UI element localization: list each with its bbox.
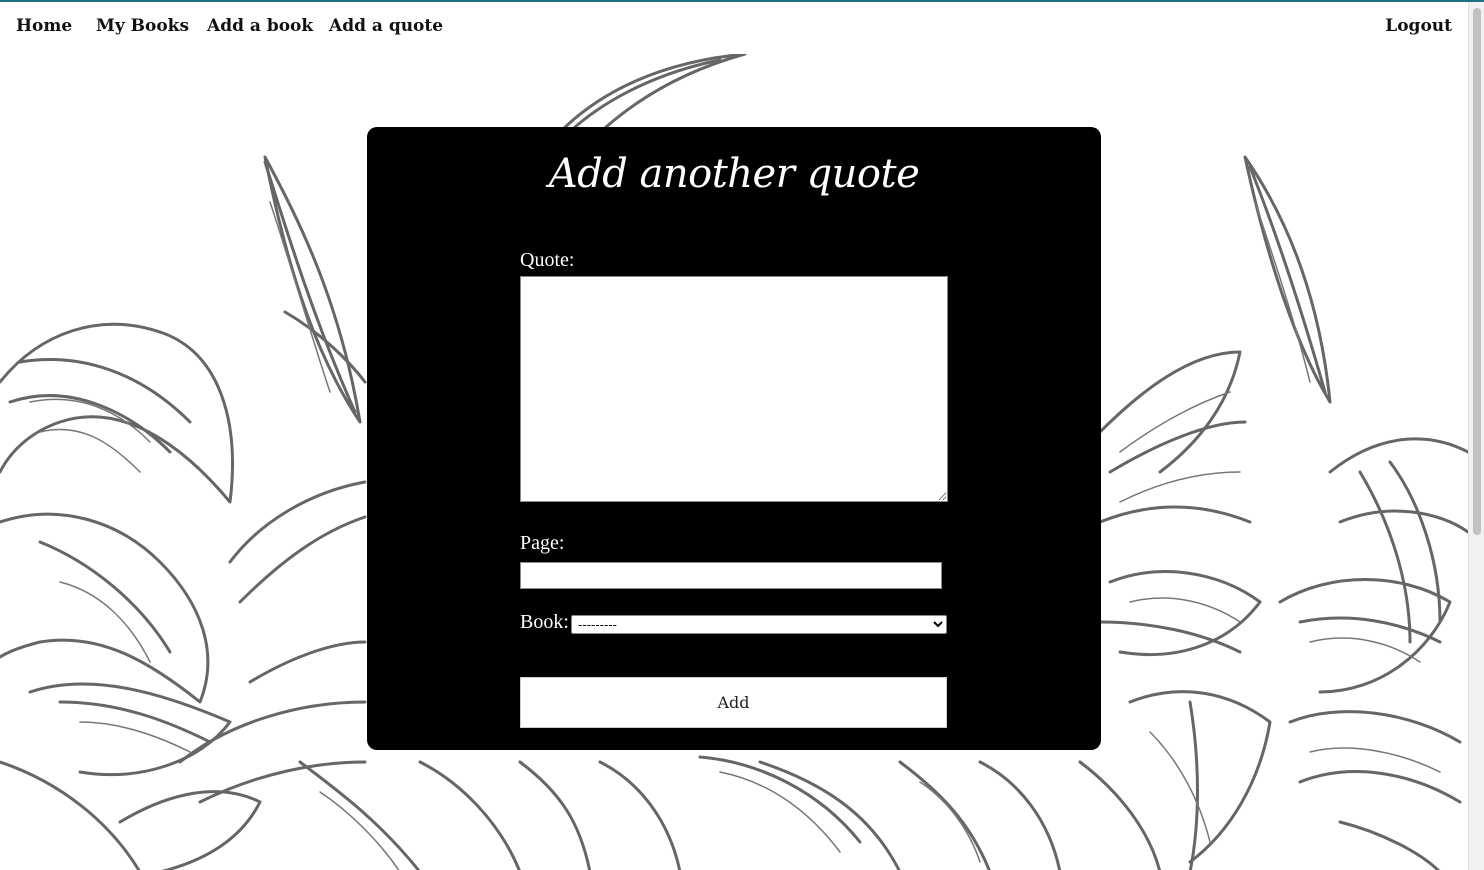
quote-textarea[interactable] bbox=[520, 276, 948, 502]
page-title: Add another quote bbox=[548, 151, 920, 197]
page: Home My Books Add a book Add a quote Log… bbox=[0, 0, 1484, 870]
add-button[interactable]: Add bbox=[520, 677, 947, 728]
add-quote-card: Add another quote Quote: Page: Book: ---… bbox=[367, 127, 1101, 750]
book-label: Book: bbox=[520, 611, 569, 633]
vertical-scrollbar[interactable] bbox=[1468, 2, 1484, 870]
page-input[interactable] bbox=[520, 562, 942, 589]
nav-home-link[interactable]: Home bbox=[16, 16, 72, 36]
scrollbar-thumb[interactable] bbox=[1473, 8, 1481, 535]
quote-label: Quote: bbox=[520, 249, 575, 271]
page-label: Page: bbox=[520, 532, 565, 554]
book-select[interactable]: --------- bbox=[571, 615, 947, 634]
nav-logout-link[interactable]: Logout bbox=[1385, 16, 1452, 36]
nav-add-quote-link[interactable]: Add a quote bbox=[329, 16, 443, 36]
nav-add-book-link[interactable]: Add a book bbox=[207, 16, 313, 36]
top-navigation: Home My Books Add a book Add a quote Log… bbox=[0, 2, 1468, 54]
nav-my-books-link[interactable]: My Books bbox=[96, 16, 189, 36]
